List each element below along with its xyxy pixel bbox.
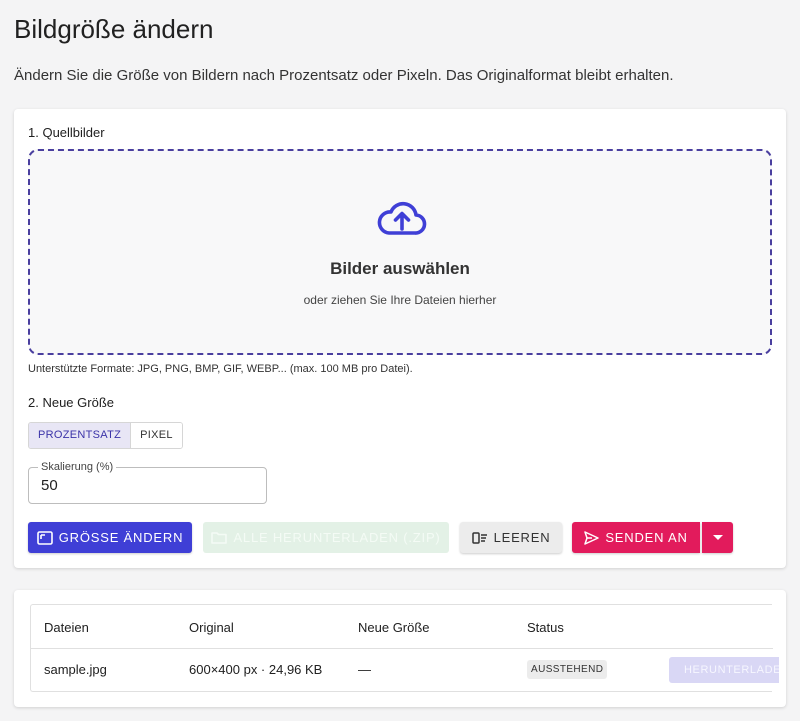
files-card: Dateien Original Neue Größe Status sampl…: [14, 590, 786, 707]
caret-down-icon: [712, 534, 723, 540]
mode-percentage-button[interactable]: PROZENTSATZ: [29, 423, 132, 448]
folder-icon: [211, 532, 228, 544]
resize-button[interactable]: GRÖSSE ÄNDERN: [28, 522, 192, 553]
status-badge: AUSSTEHEND: [527, 660, 608, 679]
send-to-button[interactable]: SENDEN AN: [572, 522, 700, 553]
column-header-files: Dateien: [44, 620, 89, 635]
cell-new-size: —: [358, 662, 371, 677]
row-download-label: HERUNTERLADEN: [684, 664, 779, 676]
resize-icon: [36, 530, 53, 545]
column-header-new-size: Neue Größe: [358, 620, 430, 635]
download-all-button-label: ALLE HERUNTERLADEN (.ZIP): [233, 530, 441, 545]
resize-button-label: GRÖSSE ÄNDERN: [58, 530, 184, 545]
scale-input[interactable]: [41, 477, 241, 494]
clear-list-icon: [471, 531, 487, 544]
source-section-label: 1. Quellbilder: [28, 125, 105, 140]
page-title: Bildgröße ändern: [14, 14, 214, 44]
header-divider: [31, 648, 773, 649]
resize-section-label: 2. Neue Größe: [28, 395, 114, 410]
file-dropzone[interactable]: Bilder auswählen oder ziehen Sie Ihre Da…: [28, 149, 772, 355]
scale-field-label: Skalierung (%): [38, 461, 117, 473]
send-to-dropdown-button[interactable]: [702, 522, 733, 553]
column-header-status: Status: [527, 620, 564, 635]
cell-file-name: sample.jpg: [44, 662, 107, 677]
files-table: Dateien Original Neue Größe Status sampl…: [30, 604, 779, 692]
download-all-button[interactable]: ALLE HERUNTERLADEN (.ZIP): [203, 522, 449, 553]
cloud-upload-icon: [377, 201, 427, 235]
scale-field: Skalierung (%): [28, 461, 267, 504]
send-icon: [584, 530, 600, 545]
send-to-button-label: SENDEN AN: [605, 530, 688, 545]
dropzone-title: Bilder auswählen: [330, 259, 470, 278]
clear-button-label: LEEREN: [493, 530, 551, 545]
page-subtitle: Ändern Sie die Größe von Bildern nach Pr…: [14, 67, 674, 84]
resize-settings-card: 1. Quellbilder Bilder auswählen oder zie…: [14, 109, 786, 568]
clear-button[interactable]: LEEREN: [460, 522, 562, 553]
supported-formats-note: Unterstützte Formate: JPG, PNG, BMP, GIF…: [28, 363, 413, 375]
cell-original: 600×400 px · 24,96 KB: [189, 662, 323, 677]
column-header-original: Original: [189, 620, 234, 635]
row-download-button[interactable]: HERUNTERLADEN: [669, 657, 779, 683]
resize-mode-toggle: PROZENTSATZ PIXEL: [28, 422, 183, 449]
dropzone-subtitle: oder ziehen Sie Ihre Dateien hierher: [303, 293, 497, 307]
mode-pixel-button[interactable]: PIXEL: [131, 423, 182, 448]
